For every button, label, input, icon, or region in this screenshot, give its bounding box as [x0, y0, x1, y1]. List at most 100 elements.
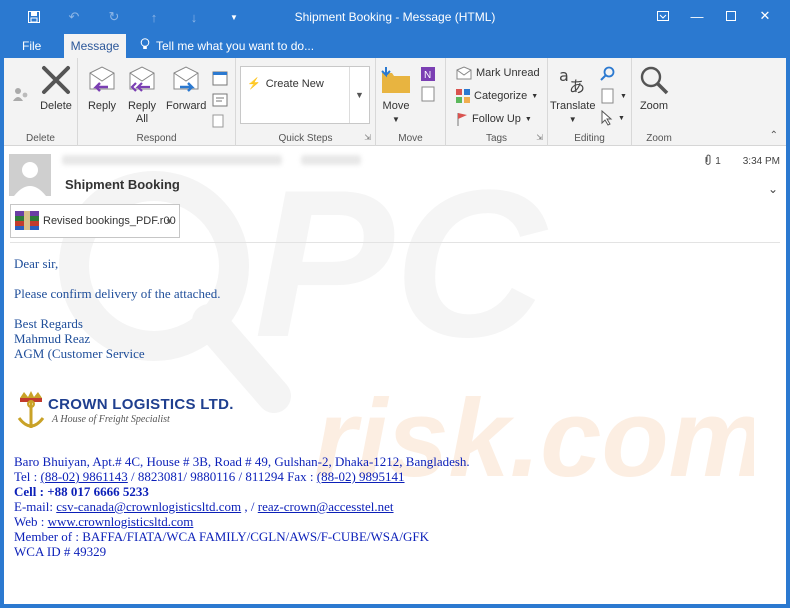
move-label: Move [382, 100, 410, 112]
mark-unread-label: Mark Unread [476, 67, 540, 79]
categorize-button[interactable]: Categorize ▼ [456, 89, 538, 103]
body-line-1: Please confirm delivery of the attached. [14, 286, 221, 301]
tell-me-box[interactable]: Tell me what you want to do... [130, 34, 324, 58]
tags-launcher-icon[interactable]: ⇲ [536, 133, 543, 142]
mark-unread-button[interactable]: Mark Unread [456, 66, 540, 80]
forward-label: Forward [166, 100, 207, 112]
group-editing: aあ Translate ▼ ▼ ▼ Editing [548, 58, 632, 146]
im-icon[interactable] [212, 92, 228, 108]
select-dropdown-icon: ▼ [618, 114, 625, 122]
quick-steps-gallery: ⚡ Create New ▼ [240, 66, 370, 124]
signature-cell: Cell : +88 017 6666 5233 [14, 484, 149, 499]
email-link-1[interactable]: csv-canada@crownlogisticsltd.com [56, 499, 241, 514]
group-label-zoom: Zoom [646, 133, 672, 144]
create-new-quick-step[interactable]: ⚡ Create New [247, 77, 324, 91]
web-link[interactable]: www.crownlogisticsltd.com [48, 514, 194, 529]
tel-label: Tel : [14, 469, 41, 484]
greeting: Dear sir, [14, 256, 59, 271]
anchor-crown-icon [17, 391, 45, 428]
related-icon[interactable]: ▼ [600, 88, 627, 104]
reply-all-button[interactable]: Reply All [126, 64, 158, 126]
forward-button[interactable]: Forward [166, 64, 206, 113]
email-link-2[interactable]: reaz-crown@accesstel.net [258, 499, 394, 514]
sender-avatar[interactable] [9, 154, 51, 196]
signature-wca-id: WCA ID # 49329 [14, 544, 107, 559]
fax-link[interactable]: (88-02) 9895141 [317, 469, 405, 484]
translate-dropdown-icon: ▼ [568, 115, 577, 124]
company-tagline: A House of Freight Specialist [52, 414, 170, 425]
close-icon[interactable]: ✕ [748, 6, 782, 26]
reply-button[interactable]: Reply [86, 64, 118, 113]
delete-label: Delete [40, 100, 72, 112]
minimize-icon[interactable]: — [680, 6, 714, 26]
lightbulb-icon [140, 34, 150, 58]
zoom-icon [638, 64, 670, 96]
meeting-icon[interactable] [212, 70, 228, 86]
header-divider [10, 242, 780, 243]
ribbon-display-icon[interactable] [646, 6, 680, 26]
email-signature: Baro Bhuiyan, Apt.# 4C, House # 3B, Road… [14, 454, 470, 559]
categorize-icon [456, 89, 470, 103]
quick-steps-dropdown-icon[interactable]: ▼ [349, 67, 369, 123]
more-respond-icon[interactable] [212, 114, 228, 128]
message-time: 3:34 PM [742, 156, 780, 167]
reply-all-icon [126, 64, 158, 96]
group-move: Move ▼ N Move [376, 58, 446, 146]
select-icon[interactable]: ▼ [600, 110, 625, 126]
delete-button[interactable]: Delete [40, 64, 72, 113]
svg-text:PC: PC [254, 146, 549, 381]
attachment-item[interactable]: Revised bookings_PDF.r00 ▼ [10, 204, 180, 238]
translate-label: Translate [550, 100, 596, 112]
onenote-icon[interactable]: N [420, 66, 436, 82]
maximize-icon[interactable] [714, 6, 748, 26]
title-bar: ↶ ↻ ↑ ↓ ▼ Shipment Booking - Message (HT… [0, 0, 790, 34]
signer-name: Mahmud Reaz [14, 331, 91, 346]
flag-icon [457, 113, 467, 126]
find-icon[interactable] [600, 66, 616, 82]
email-label: E-mail: [14, 499, 57, 514]
winrar-archive-icon [15, 209, 39, 234]
signature-email: E-mail: csv-canada@crownlogisticsltd.com… [14, 499, 470, 514]
group-label-move: Move [398, 133, 423, 144]
follow-up-button[interactable]: Follow Up ▼ [456, 112, 532, 126]
zoom-button[interactable]: Zoom [638, 64, 670, 113]
group-tags: Mark Unread Categorize ▼ Follow Up ▼ Tag… [446, 58, 548, 146]
tab-file[interactable]: File [12, 34, 51, 58]
group-delete: Delete Delete [4, 58, 78, 146]
signer-role: AGM (Customer Service [14, 346, 145, 361]
create-new-label: Create New [265, 77, 324, 90]
tel-link[interactable]: (88-02) 9861143 [41, 469, 128, 484]
group-label-tags: Tags [485, 133, 508, 144]
window-controls: — ✕ [646, 6, 782, 26]
ignore-icon[interactable] [12, 86, 30, 102]
expand-header-icon[interactable]: ⌄ [768, 182, 778, 196]
signature-member: Member of : BAFFA/FIATA/WCA FAMILY/CGLN/… [14, 529, 430, 544]
signature-web: Web : www.crownlogisticsltd.com [14, 514, 470, 529]
collapse-ribbon-icon[interactable]: ⌃ [770, 130, 778, 141]
company-name: CROWN LOGISTICS LTD. [48, 396, 234, 413]
reading-pane: PC risk.com Shipment Booking 1 3:34 PM ⌄… [4, 146, 786, 604]
sender-info-redacted [62, 154, 382, 166]
web-label: Web : [14, 514, 48, 529]
attachment-dropdown-icon[interactable]: ▼ [165, 217, 173, 226]
attachment-count: 1 [715, 156, 721, 167]
signature-address: Baro Bhuiyan, Apt.# 4C, House # 3B, Road… [14, 454, 470, 469]
reply-label: Reply [87, 100, 117, 112]
tab-message[interactable]: Message [64, 34, 126, 58]
related-dropdown-icon: ▼ [620, 92, 627, 100]
group-label-delete: Delete [26, 133, 55, 144]
signature-phone: Tel : (88-02) 9861143 / 8823081/ 9880116… [14, 469, 470, 484]
actions-icon[interactable] [420, 86, 436, 102]
translate-icon: aあ [557, 64, 589, 96]
reply-icon [86, 64, 118, 96]
group-label-quick-steps: Quick Steps [278, 133, 333, 144]
company-logo: CROWN LOGISTICS LTD. A House of Freight … [14, 390, 264, 440]
move-folder-icon [380, 64, 412, 96]
paperclip-icon [704, 154, 712, 169]
translate-button[interactable]: aあ Translate ▼ [550, 64, 595, 126]
follow-up-dropdown-icon: ▼ [524, 115, 532, 123]
quick-steps-launcher-icon[interactable]: ⇲ [364, 133, 371, 142]
ribbon: Delete Delete Reply Reply All Forward Re… [4, 58, 786, 146]
move-button[interactable]: Move ▼ [380, 64, 412, 126]
message-body: Dear sir, Please confirm delivery of the… [14, 256, 220, 361]
